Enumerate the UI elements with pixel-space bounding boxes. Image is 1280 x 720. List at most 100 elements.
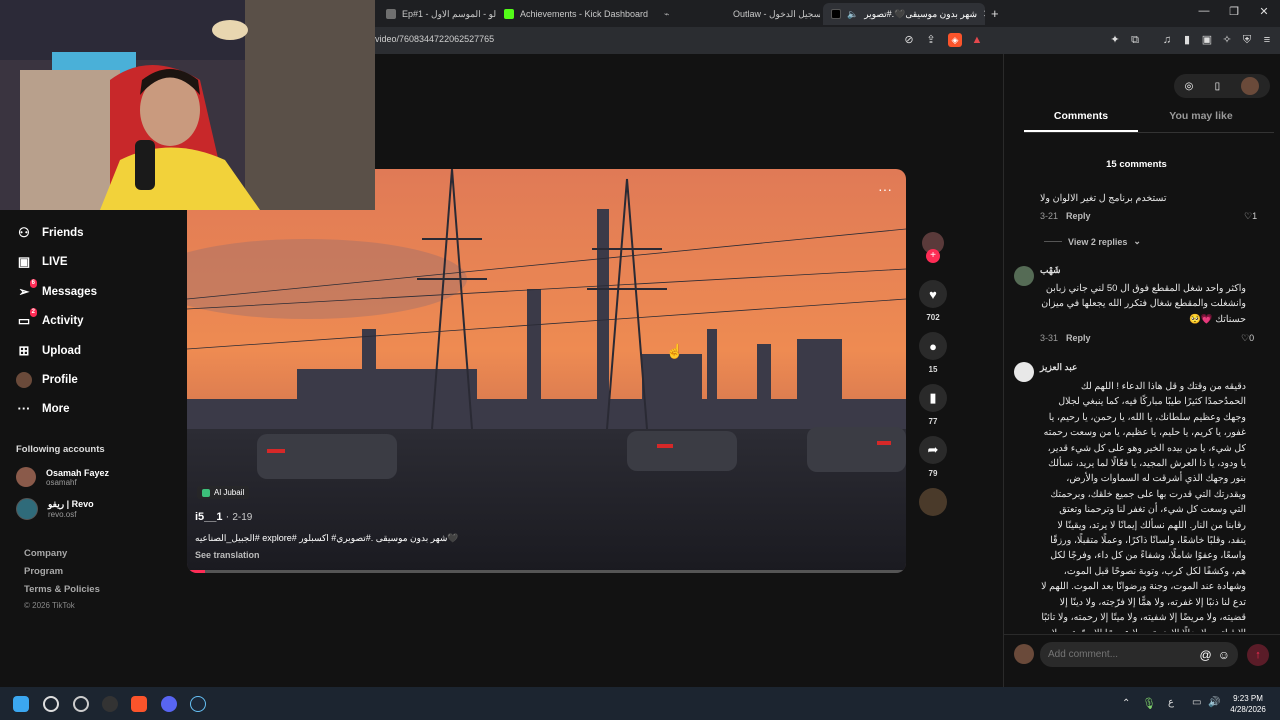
clock[interactable]: 9:23 PM 4/28/2026 bbox=[1228, 693, 1268, 715]
post-comment-button[interactable]: ↑ bbox=[1247, 644, 1269, 666]
share-icon[interactable]: ⇪ bbox=[924, 33, 938, 47]
video-player[interactable]: ··· Al Jubail i5__1 · 2-19 🖤شهر بدون موس… bbox=[187, 169, 906, 573]
speaker-icon: 🔈 bbox=[847, 8, 859, 19]
sidebar-icon[interactable]: ▮ bbox=[1180, 33, 1194, 47]
microphone-icon[interactable]: 🎙 bbox=[1142, 697, 1156, 710]
restore-icon[interactable]: ❐ bbox=[1226, 5, 1242, 18]
tray-expand-icon[interactable]: ⌃ bbox=[1122, 698, 1130, 709]
music-tab-icon bbox=[386, 9, 396, 19]
share-arrow-icon[interactable]: ➦ bbox=[919, 436, 947, 464]
browser-tab-2[interactable]: Achievements - Kick Dashboard bbox=[496, 3, 654, 25]
progress-track[interactable] bbox=[187, 570, 906, 573]
comment-field[interactable] bbox=[1048, 649, 1194, 660]
new-tab-button[interactable]: + bbox=[991, 6, 999, 21]
footer-copyright: © 2026 TikTok bbox=[24, 601, 75, 610]
heart-outline-icon: ♡ bbox=[1241, 333, 1250, 343]
save-action[interactable]: ▮ 77 bbox=[916, 384, 950, 426]
mention-icon[interactable]: @ bbox=[1200, 648, 1212, 662]
footer-company[interactable]: Company bbox=[24, 548, 67, 559]
music-disc[interactable] bbox=[916, 488, 950, 516]
compass-icon[interactable]: ◎ bbox=[1185, 81, 1194, 92]
sidebar-item-messages[interactable]: ➢ 6 Messages bbox=[16, 279, 97, 300]
tab-you-may-like[interactable]: You may like bbox=[1144, 110, 1258, 122]
location-icon bbox=[202, 488, 210, 497]
emoji-icon[interactable]: ☺ bbox=[1218, 648, 1230, 662]
close-tab-icon[interactable]: ✕ bbox=[983, 9, 985, 20]
like-action[interactable]: ♥ 702 bbox=[916, 280, 950, 322]
steam-icon[interactable] bbox=[190, 696, 206, 712]
location-tag[interactable]: Al Jubail bbox=[197, 486, 250, 499]
sidebar-item-live[interactable]: ▣ LIVE bbox=[16, 254, 68, 270]
replies-line bbox=[1044, 241, 1062, 242]
heart-icon[interactable]: ♥ bbox=[919, 280, 947, 308]
language-indicator[interactable]: ع bbox=[1168, 697, 1174, 708]
video-caption: 🖤شهر بدون موسيقى .#تصويري# اكسبلور #expl… bbox=[195, 533, 459, 543]
footer-program[interactable]: Program bbox=[24, 566, 63, 577]
post-date: 2-19 bbox=[232, 512, 253, 523]
upload-icon: ⊞ bbox=[18, 343, 30, 358]
volume-icon[interactable]: 🔊 bbox=[1208, 697, 1220, 708]
footer-terms[interactable]: Terms & Policies bbox=[24, 584, 100, 595]
sidebar-item-activity[interactable]: ▭ 2 Activity bbox=[16, 308, 84, 329]
brave-shield-icon[interactable]: ◈ bbox=[948, 33, 962, 47]
sidebar-item-more[interactable]: ··· More bbox=[16, 401, 70, 417]
vpn-icon[interactable]: ⛨ bbox=[1240, 33, 1254, 47]
comment-2-text: واكثر واحد شغل المقطع فوق ال 50 لني جاني… bbox=[1041, 283, 1246, 325]
comment-3-user[interactable]: عبد العزيز bbox=[1040, 362, 1077, 373]
music-disc-icon bbox=[919, 488, 947, 516]
sidebar-item-upload[interactable]: ⊞ Upload bbox=[16, 343, 81, 359]
music-icon[interactable]: ♫ bbox=[1160, 33, 1174, 47]
view-replies-button[interactable]: View 2 replies ⌄ bbox=[1044, 236, 1141, 247]
following-account-1[interactable]: Osamah Fayez osamahf bbox=[16, 467, 109, 487]
see-translation-link[interactable]: See translation bbox=[195, 550, 260, 560]
settings-gear-icon[interactable] bbox=[43, 696, 59, 712]
comment-2-like[interactable]: ♡0 bbox=[1241, 333, 1254, 344]
brave-browser-icon[interactable] bbox=[131, 696, 147, 712]
user-avatar[interactable] bbox=[1241, 77, 1260, 95]
video-more-icon[interactable]: ··· bbox=[878, 181, 892, 197]
comment-action[interactable]: ● 15 bbox=[916, 332, 950, 374]
leo-icon[interactable]: ✧ bbox=[1220, 33, 1234, 47]
following-title: Following accounts bbox=[16, 444, 105, 455]
following-account-2[interactable]: ريفو | Revo revo.osf bbox=[16, 498, 94, 520]
minimize-icon[interactable]: — bbox=[1196, 5, 1212, 17]
comment-2-reply[interactable]: Reply bbox=[1066, 333, 1091, 343]
comments-count: 15 comments bbox=[1106, 159, 1167, 170]
menu-icon[interactable]: ≡ bbox=[1260, 33, 1274, 47]
wallet-icon[interactable]: ▣ bbox=[1200, 33, 1214, 47]
follow-plus-icon[interactable]: + bbox=[926, 249, 940, 263]
device-icon[interactable]: ▯ bbox=[1215, 81, 1221, 92]
app-icon[interactable] bbox=[102, 696, 118, 712]
url-text[interactable]: video/7608344722062527765 bbox=[375, 34, 494, 44]
bookmark-icon[interactable]: ▮ bbox=[919, 384, 947, 412]
windows-start-icon[interactable] bbox=[13, 696, 29, 712]
browser-tab-active[interactable]: 🔈شهر بدون موسيقى🖤.#تصوير✕ bbox=[823, 3, 985, 25]
browser-tab-4[interactable]: Outlaw - تسجيل الدخول bbox=[725, 3, 820, 25]
webcam-overlay bbox=[0, 0, 375, 210]
comment-1-like[interactable]: ♡1 bbox=[1244, 211, 1257, 222]
comment-2-user[interactable]: شَهْب bbox=[1040, 265, 1061, 276]
author-name[interactable]: i5__1 bbox=[195, 511, 223, 523]
brave-rewards-icon[interactable]: ▲ bbox=[970, 33, 984, 47]
tab-divider bbox=[1024, 132, 1274, 133]
extensions-icon[interactable]: ✦ bbox=[1108, 33, 1122, 47]
discord-icon[interactable] bbox=[161, 696, 177, 712]
comment-input[interactable]: @ ☺ bbox=[1040, 642, 1238, 667]
no-cast-icon[interactable]: ⊘ bbox=[902, 33, 916, 47]
close-window-icon[interactable]: ✕ bbox=[1256, 5, 1272, 18]
obs-icon[interactable] bbox=[73, 696, 89, 712]
sidebar-item-profile[interactable]: Profile bbox=[16, 372, 78, 388]
screenshot-icon[interactable]: ⧉ bbox=[1128, 33, 1142, 47]
avatar[interactable] bbox=[1014, 362, 1034, 382]
progress-fill bbox=[187, 570, 205, 573]
comment-icon[interactable]: ● bbox=[919, 332, 947, 360]
comment-1-reply[interactable]: Reply bbox=[1066, 211, 1091, 221]
share-action[interactable]: ➦ 79 bbox=[916, 436, 950, 478]
browser-tab-1[interactable]: Ep#1 - ميزكالو - الموسم الاول bbox=[378, 3, 496, 25]
avatar[interactable] bbox=[1014, 266, 1034, 286]
sidebar-item-friends[interactable]: ⚇ Friends bbox=[16, 225, 83, 241]
creator-avatar-button[interactable]: + bbox=[916, 232, 950, 263]
tab-comments[interactable]: Comments bbox=[1024, 110, 1138, 132]
network-icon[interactable]: ▭ bbox=[1192, 697, 1201, 708]
browser-tab-3[interactable]: ⌁ bbox=[656, 3, 720, 25]
